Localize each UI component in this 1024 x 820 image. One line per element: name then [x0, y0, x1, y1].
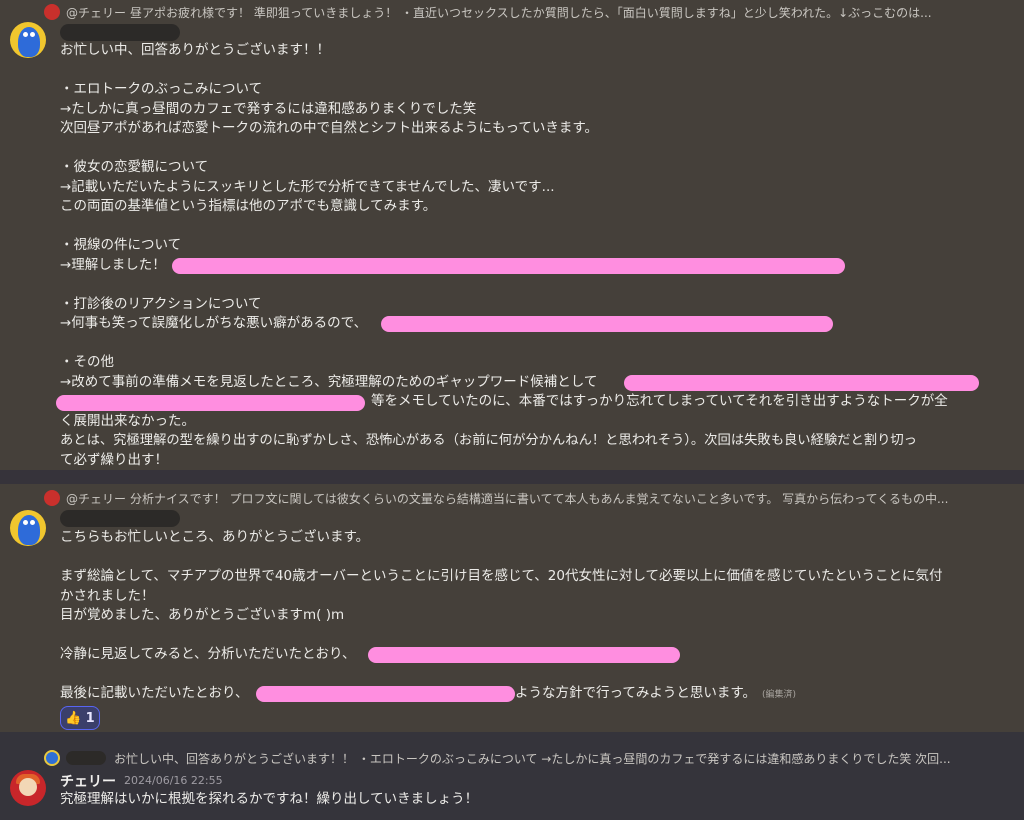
redacted-username — [60, 24, 180, 41]
user-avatar[interactable] — [10, 22, 46, 58]
message-content: 究極理解はいかに根拠を探れるかですね！繰り出していきましょう！ — [60, 791, 479, 807]
message-line: こちらもお忙しいところ、ありがとうございます。 — [60, 529, 370, 545]
reply-mention[interactable]: @チェリー — [66, 4, 126, 21]
highlight-redaction — [368, 647, 680, 663]
message-line: ・打診後のリアクションについて — [60, 295, 262, 312]
message-line: →記載いただいたようにスッキリとした形で分析できてませんでした、凄いです... — [60, 178, 555, 195]
highlight-redaction — [56, 395, 365, 411]
reply-avatar-icon — [44, 750, 60, 766]
reply-mention[interactable]: @チェリー — [66, 490, 126, 507]
message-line: あとは、究極理解の型を繰り出すのに恥ずかしさ、恐怖心がある（お前に何が分かんねん… — [60, 433, 917, 448]
message-line: お忙しい中、回答ありがとうございます！！ — [60, 42, 330, 58]
reply-text: 昼アポお疲れ様です！ 準即狙っていきましょう！ ・直近いつセックスしたか質問した… — [130, 5, 932, 20]
reaction-count: 1 — [85, 710, 95, 726]
reply-preview[interactable]: @チェリー 昼アポお疲れ様です！ 準即狙っていきましょう！ ・直近いつセックスし… — [44, 2, 1004, 22]
edited-label: (編集済) — [761, 690, 797, 700]
author-name[interactable]: チェリー — [60, 771, 116, 791]
thumbs-up-icon: 👍 — [65, 710, 82, 726]
message-line: て必ず繰り出す！ — [60, 451, 168, 468]
message-1: @チェリー 昼アポお疲れ様です！ 準即狙っていきましょう！ ・直近いつセックスし… — [0, 0, 1024, 470]
message-line: →理解しました！ — [60, 256, 166, 273]
message-line: 目が覚めました、ありがとうございますm( )m — [60, 607, 345, 623]
cherry-avatar[interactable] — [10, 770, 46, 806]
message-line: 次回昼アポがあれば恋愛トークの流れの中で自然とシフト出来るようにもっていきます。 — [60, 120, 598, 136]
message-line: ・彼女の恋愛観について — [60, 159, 209, 175]
reply-text: 分析ナイスです！ プロフ文に関しては彼女くらいの文量なら結構適当に書いてて本人も… — [130, 491, 949, 506]
message-line: →改めて事前の準備メモを見返したところ、究極理解のためのギャップワード候補として — [60, 373, 598, 390]
reply-avatar-icon — [44, 4, 60, 20]
message-line: →何事も笑って誤魔化しがちな悪い癖があるので、 — [60, 315, 368, 331]
reply-avatar-icon — [44, 490, 60, 506]
message-line-text: ような方針で行ってみようと思います。 — [515, 685, 756, 701]
message-line: 冷静に見返してみると、分析いただいたとおり、 — [60, 646, 356, 662]
message-line: 等をメモしていたのに、本番ではすっかり忘れてしまっていてそれを引き出すようなトー… — [371, 393, 948, 409]
reply-preview[interactable]: @チェリー 分析ナイスです！ プロフ文に関しては彼女くらいの文量なら結構適当に書… — [44, 488, 1004, 508]
message-line: かされました！ — [60, 587, 155, 604]
highlight-redaction — [381, 316, 833, 332]
highlight-redaction — [256, 686, 515, 702]
message-line: ・エロトークのぶっこみについて — [60, 81, 263, 97]
message-line: ような方針で行ってみようと思います。 (編集済) — [515, 684, 796, 706]
redacted-username — [66, 751, 106, 765]
highlight-redaction — [172, 258, 845, 274]
highlight-redaction — [624, 375, 979, 391]
message-line: ・視線の件について — [60, 237, 182, 253]
reaction-thumbs-up-button[interactable]: 👍 1 — [60, 706, 100, 730]
message-divider — [0, 470, 1024, 484]
message-line: 最後に記載いただいたとおり、 — [60, 685, 249, 701]
user-avatar[interactable] — [10, 510, 46, 546]
redacted-username — [60, 510, 180, 527]
timestamp: 2024/06/16 22:55 — [124, 774, 223, 787]
reply-preview[interactable]: お忙しい中、回答ありがとうございます！！ ・エロトークのぶっこみについて →たし… — [44, 748, 1004, 768]
reply-text: お忙しい中、回答ありがとうございます！！ ・エロトークのぶっこみについて →たし… — [114, 751, 951, 766]
message-line: く展開出来なかった。 — [60, 412, 195, 429]
message-line: ・その他 — [60, 354, 114, 370]
message-line: →たしかに真っ昼間のカフェで発するには違和感ありまくりでした笑 — [60, 100, 477, 117]
message-line: まず総論として、マチアプの世界で40歳オーバーということに引け目を感じて、20代… — [60, 568, 943, 584]
message-line: この両面の基準値という指標は他のアポでも意識してみます。 — [60, 198, 437, 214]
